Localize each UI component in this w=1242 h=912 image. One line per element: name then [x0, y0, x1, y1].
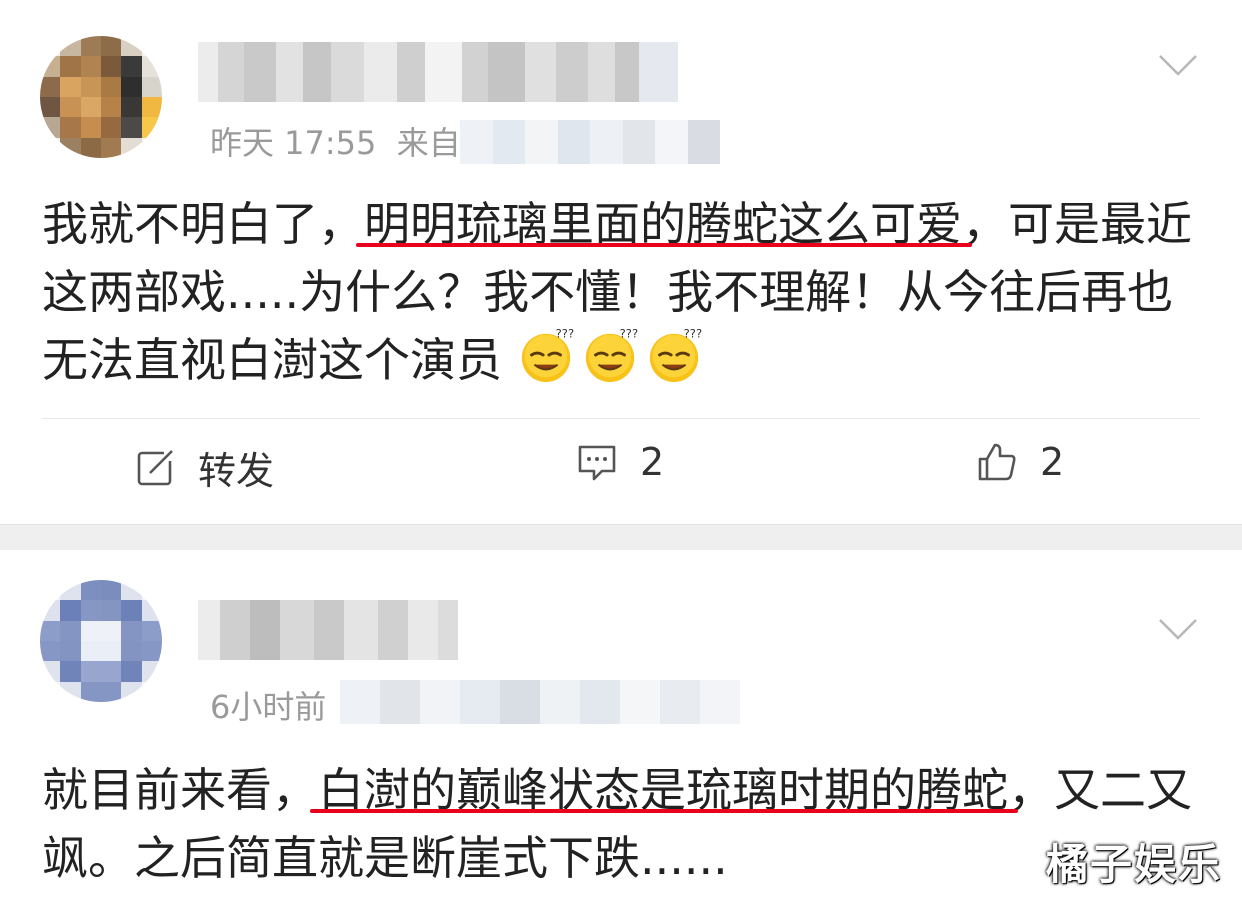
comment-text: 我就不明白了，明明琉璃里面的腾蛇这么可爱，可是最近这两部戏.....为什么？我不…: [42, 197, 1192, 387]
watermark: 橘子娱乐: [1045, 840, 1222, 889]
repost-icon: [137, 449, 173, 485]
chevron-down-icon[interactable]: [1158, 52, 1198, 78]
comment-card: 昨天 17:55 来自 我就不明白了，明明琉璃里面的腾蛇这么可爱，可是最近这两部…: [0, 0, 1242, 524]
dizzy-face-emoji: ???: [521, 327, 574, 383]
source-prefix: 来自: [396, 124, 461, 162]
dizzy-face-emoji: ???: [649, 327, 702, 383]
emoji-group: ??? ??? ???: [517, 327, 709, 387]
source-blurred: [460, 120, 720, 164]
post-timestamp: 6小时前: [210, 688, 327, 726]
comment-button[interactable]: 2: [576, 440, 664, 484]
comment-icon: [578, 445, 616, 481]
repost-button[interactable]: 转发: [134, 440, 274, 495]
post-timestamp: 昨天 17:55 来自: [210, 124, 461, 162]
action-bar: 转发 2 2: [0, 440, 1242, 504]
source-blurred: [340, 680, 740, 724]
comment-text: 就目前来看，白澍的巅峰状态是琉璃时期的腾蛇，又二又飒。之后简直就是断崖式下跌..…: [42, 763, 1192, 885]
comment-count: 2: [640, 440, 665, 484]
avatar[interactable]: [40, 36, 162, 158]
chevron-down-icon[interactable]: [1158, 616, 1198, 642]
divider: [42, 418, 1200, 419]
avatar[interactable]: [40, 580, 162, 702]
svg-text:???: ???: [555, 327, 573, 341]
dizzy-face-emoji: ???: [585, 327, 638, 383]
username-blurred[interactable]: [198, 42, 678, 102]
username-blurred[interactable]: [198, 600, 458, 660]
repost-label: 转发: [198, 449, 275, 493]
card-separator: [0, 524, 1242, 551]
highlighted-text: 白澍的巅峰状态是琉璃时期的腾蛇: [318, 763, 1008, 817]
like-button[interactable]: 2: [976, 440, 1064, 484]
svg-text:???: ???: [683, 327, 701, 341]
highlighted-text: 明明琉璃里面的腾蛇这么可爱: [364, 197, 962, 251]
thumbs-up-icon: [978, 443, 1016, 481]
like-count: 2: [1040, 440, 1065, 484]
svg-text:???: ???: [619, 327, 637, 341]
